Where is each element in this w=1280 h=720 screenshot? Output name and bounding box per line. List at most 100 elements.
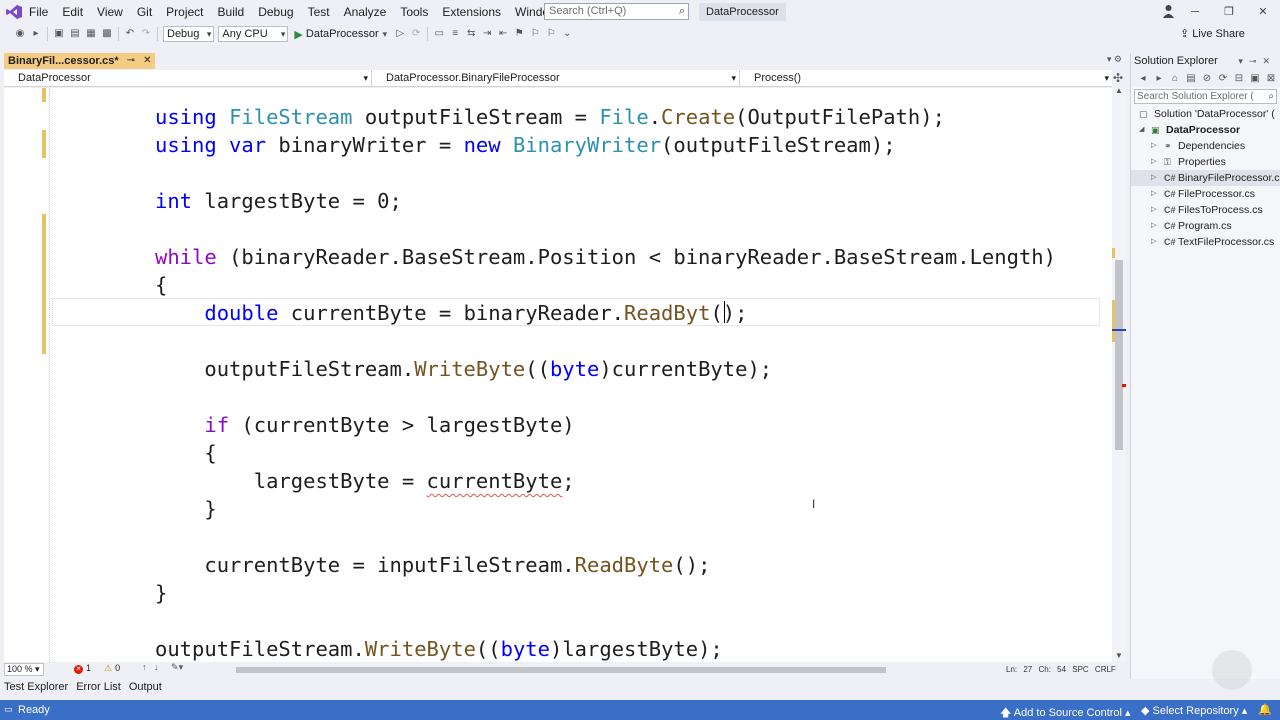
close-tab-icon[interactable]: ✕ <box>143 53 151 69</box>
show-all-files-icon[interactable]: ▣ <box>1248 72 1262 86</box>
code-line[interactable]: double currentByte = binaryReader.ReadBy… <box>155 299 747 327</box>
error-count[interactable]: ✕ 1 <box>74 663 91 674</box>
menu-test[interactable]: Test <box>301 0 337 24</box>
code-line[interactable]: if (currentByte > largestByte) <box>155 411 574 439</box>
menu-build[interactable]: Build <box>211 0 252 24</box>
run-dropdown-icon[interactable]: ▾ <box>383 29 388 40</box>
outdent-icon[interactable]: ⇤ <box>496 27 510 41</box>
code-line[interactable]: } <box>155 579 167 607</box>
collapsed-arrow-icon[interactable]: ▷ <box>1151 234 1156 250</box>
horizontal-scrollbar[interactable] <box>226 666 988 673</box>
indent-icon[interactable]: ⇥ <box>480 27 494 41</box>
collapsed-arrow-icon[interactable]: ▷ <box>1151 154 1156 170</box>
collapsed-arrow-icon[interactable]: ▷ <box>1151 138 1156 154</box>
select-repository-button[interactable]: ◆ Select Repository ▴ <box>1141 704 1247 717</box>
tab-list-dropdown-icon[interactable]: ▾ ⚙ <box>1107 54 1122 65</box>
switch-views-icon[interactable]: ▤ <box>1184 72 1198 86</box>
tool-tab-output[interactable]: Output <box>125 679 166 696</box>
live-share-button[interactable]: ⇪ Live Share <box>1180 27 1245 40</box>
solution-item[interactable]: ▷ ⚭ Dependencies <box>1131 138 1280 154</box>
solution-item[interactable]: ▷ C# BinaryFileProcessor.cs <box>1131 170 1280 186</box>
code-line[interactable]: outputFileStream.WriteByte((byte)current… <box>155 355 772 383</box>
code-line[interactable]: } <box>155 495 216 523</box>
zoom-dropdown[interactable]: 100 % ▾ <box>4 663 44 676</box>
tool-tab-error-list[interactable]: Error List <box>72 679 125 696</box>
restore-icon[interactable]: ❐ <box>1212 0 1246 24</box>
vertical-scroll-thumb[interactable] <box>1115 260 1123 450</box>
solution-item[interactable]: ▷ C# FilesToProcess.cs <box>1131 202 1280 218</box>
start-debugging-button[interactable]: ▶ DataProcessor ▾ <box>294 28 387 41</box>
sync-icon[interactable]: ⟳ <box>1216 72 1230 86</box>
code-line[interactable]: int largestByte = 0; <box>155 187 402 215</box>
menu-view[interactable]: View <box>90 0 130 24</box>
warning-count[interactable]: ⚠ 0 <box>104 663 120 674</box>
code-line[interactable]: { <box>155 271 167 299</box>
redo-icon[interactable]: ↷ <box>139 27 153 41</box>
pin-icon[interactable]: ⊸ <box>127 53 135 69</box>
next-bookmark-icon[interactable]: ⚐ <box>544 27 558 41</box>
code-line[interactable]: using FileStream outputFileStream = File… <box>155 103 945 131</box>
collapsed-arrow-icon[interactable]: ▷ <box>1151 202 1156 218</box>
solution-item[interactable]: ▷ C# TextFileProcessor.cs <box>1131 234 1280 250</box>
search-input[interactable]: Search (Ctrl+Q) ⌕ <box>544 3 689 20</box>
notifications-icon[interactable]: 🔔 <box>1258 703 1272 716</box>
solution-search-input[interactable]: Search Solution Explorer ( ⌕ <box>1134 89 1277 104</box>
browse-icon[interactable]: ▭ <box>432 27 446 41</box>
close-window-icon[interactable]: ✕ <box>1246 0 1280 24</box>
next-issue-icon[interactable]: ↓ <box>154 662 159 672</box>
scroll-up-icon[interactable]: ▲ <box>1115 86 1123 95</box>
save-icon[interactable]: ▦ <box>84 27 98 41</box>
project-node[interactable]: ◢ ▣ DataProcessor <box>1131 122 1280 138</box>
configuration-dropdown[interactable]: Debug <box>163 26 215 42</box>
tool-tab-test-explorer[interactable]: Test Explorer <box>0 679 72 696</box>
hot-reload-icon[interactable]: ⟳ <box>409 27 423 41</box>
collapsed-arrow-icon[interactable]: ▷ <box>1151 218 1156 234</box>
menu-tools[interactable]: Tools <box>393 0 435 24</box>
collapse-all-icon[interactable]: ⊟ <box>1232 72 1246 86</box>
issue-navigation[interactable]: ↑ ↓ ✎▾ <box>142 662 183 673</box>
format-icon[interactable]: ≡ <box>448 27 462 41</box>
pending-changes-icon[interactable]: ⊘ <box>1200 72 1214 86</box>
collapsed-arrow-icon[interactable]: ▷ <box>1151 186 1156 202</box>
split-editor-icon[interactable]: ✣ <box>1113 71 1123 85</box>
horizontal-scroll-thumb[interactable] <box>236 667 886 673</box>
prev-issue-icon[interactable]: ↑ <box>142 662 147 672</box>
toolbar-options-icon[interactable]: ⌄ <box>560 27 574 41</box>
class-nav-dropdown[interactable]: DataProcessor.BinaryFileProcessor ▾ <box>372 70 740 86</box>
code-line[interactable]: while (binaryReader.BaseStream.Position … <box>155 243 1056 271</box>
minimize-icon[interactable]: ─ <box>1178 0 1212 24</box>
platform-dropdown[interactable]: Any CPU <box>218 26 289 42</box>
solution-item[interactable]: ▷ C# FileProcessor.cs <box>1131 186 1280 202</box>
scroll-down-icon[interactable]: ▼ <box>1115 651 1123 660</box>
account-avatar-icon[interactable] <box>1162 4 1175 18</box>
code-line[interactable]: outputFileStream.WriteByte((byte)largest… <box>155 635 723 662</box>
home-icon[interactable]: ⌂ <box>1168 72 1182 86</box>
code-line[interactable]: using var binaryWriter = new BinaryWrite… <box>155 131 896 159</box>
menu-analyze[interactable]: Analyze <box>337 0 394 24</box>
code-editor[interactable]: using FileStream outputFileStream = File… <box>4 88 1112 662</box>
add-to-source-control-button[interactable]: 🡅 Add to Source Control ▴ <box>1000 704 1131 720</box>
code-line[interactable]: currentByte = inputFileStream.ReadByte()… <box>155 551 710 579</box>
menu-project[interactable]: Project <box>159 0 210 24</box>
panel-controls-icon[interactable]: ▾⊸✕ <box>1238 53 1276 70</box>
start-without-debugging-icon[interactable]: ▷ <box>393 27 407 41</box>
code-line[interactable]: { <box>155 439 216 467</box>
menu-edit[interactable]: Edit <box>55 0 90 24</box>
code-line[interactable]: largestByte = currentByte; <box>155 467 575 495</box>
menu-git[interactable]: Git <box>130 0 159 24</box>
forward-icon[interactable]: ▸ <box>1152 72 1166 86</box>
expanded-arrow-icon[interactable]: ◢ <box>1139 122 1144 138</box>
bookmark-icon[interactable]: ⚑ <box>512 27 526 41</box>
comment-icon[interactable]: ⇆ <box>464 27 478 41</box>
back-icon[interactable]: ◂ <box>1136 72 1150 86</box>
vertical-scrollbar[interactable]: ▲ ▼ <box>1112 86 1126 662</box>
code-cleanup-icon[interactable]: ✎▾ <box>171 662 183 672</box>
menu-file[interactable]: File <box>22 0 55 24</box>
document-tab[interactable]: BinaryFil...cessor.cs* ⊸ ✕ <box>4 53 156 69</box>
save-all-icon[interactable]: ▩ <box>100 27 114 41</box>
back-forward-icon[interactable]: ◉ <box>13 27 27 41</box>
solution-item[interactable]: ▷ C# Program.cs <box>1131 218 1280 234</box>
solution-item[interactable]: ▷ ⚿ Properties <box>1131 154 1280 170</box>
project-nav-dropdown[interactable]: DataProcessor ▾ <box>4 70 372 86</box>
member-nav-dropdown[interactable]: Process() ▾ <box>740 70 1112 86</box>
